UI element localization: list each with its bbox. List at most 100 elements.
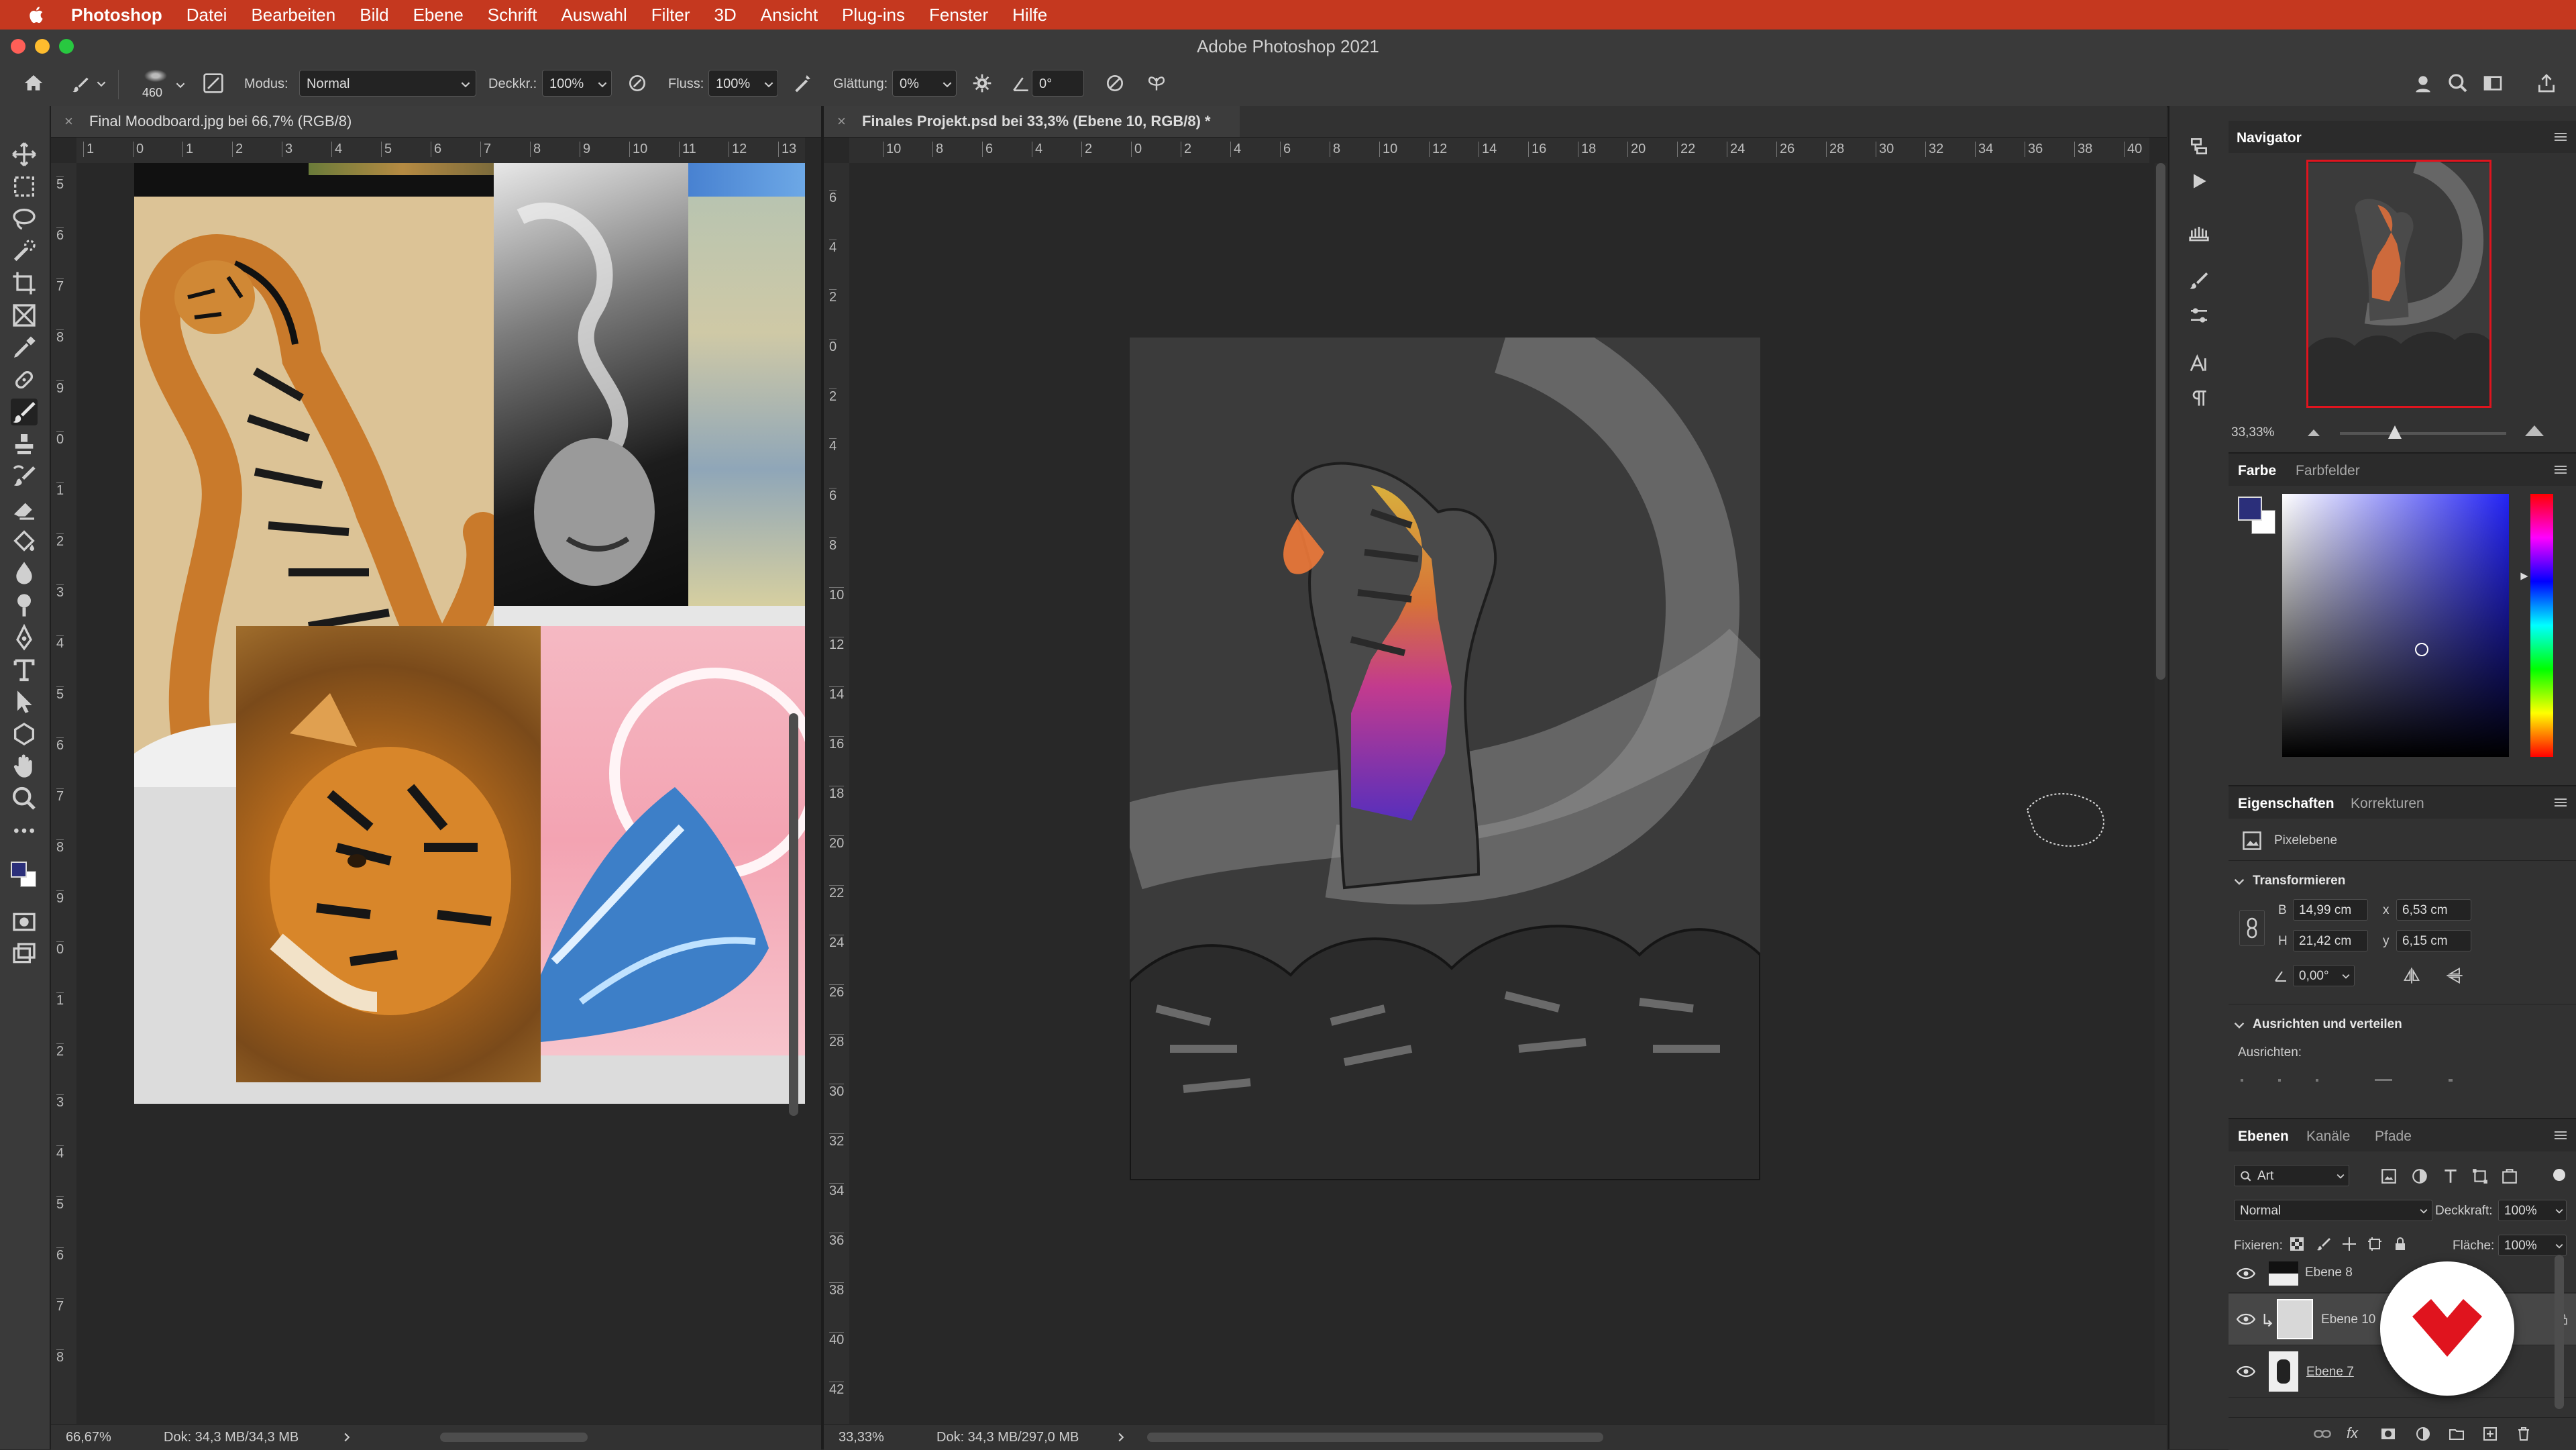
eye-visibility-icon[interactable] xyxy=(2237,1312,2255,1326)
close-icon[interactable]: × xyxy=(64,113,73,130)
align-section-title[interactable]: Ausrichten und verteilen xyxy=(2253,1017,2402,1032)
navigator-preview[interactable] xyxy=(2306,152,2491,408)
menu-hilfe[interactable]: Hilfe xyxy=(1012,5,1047,25)
menu-auswahl[interactable]: Auswahl xyxy=(561,5,627,25)
menu-schrift[interactable]: Schrift xyxy=(488,5,537,25)
filter-shape-layers-icon[interactable] xyxy=(2471,1168,2489,1185)
lock-transparency-icon[interactable] xyxy=(2289,1236,2305,1252)
brush-angle-input[interactable]: 0° xyxy=(1032,70,1084,97)
right-vertical-scrollbar[interactable] xyxy=(2155,163,2167,1425)
brush-tool-button[interactable] xyxy=(11,399,38,425)
layer-filter-select[interactable]: Art xyxy=(2234,1165,2349,1186)
adjustments-sliders-icon[interactable] xyxy=(2188,305,2210,326)
left-document-canvas[interactable] xyxy=(76,163,805,1425)
filter-toggle-switch[interactable] xyxy=(2553,1169,2565,1181)
tab-korrekturen[interactable]: Korrekturen xyxy=(2351,796,2424,812)
link-layers-icon[interactable] xyxy=(2313,1427,2332,1441)
pen-tool-icon[interactable] xyxy=(11,624,38,651)
trash-icon[interactable] xyxy=(2516,1426,2532,1442)
menu-app-name[interactable]: Photoshop xyxy=(71,5,162,25)
left-vertical-scrollbar-thumb[interactable] xyxy=(789,713,798,1116)
brush-settings-panel-icon[interactable] xyxy=(203,72,224,94)
history-panel-icon[interactable] xyxy=(2188,136,2210,157)
flip-horizontal-icon[interactable] xyxy=(2402,966,2422,985)
chevron-right-icon[interactable] xyxy=(1116,1433,1126,1442)
opacity-input[interactable]: 100% xyxy=(542,70,612,97)
align-center-button[interactable] xyxy=(2278,1079,2281,1082)
menu-bild[interactable]: Bild xyxy=(360,5,388,25)
actions-play-icon[interactable] xyxy=(2188,170,2210,192)
layers-scrollbar-thumb[interactable] xyxy=(2555,1255,2564,1409)
rotation-angle-input[interactable]: 0,00° xyxy=(2293,965,2355,986)
new-group-icon[interactable] xyxy=(2449,1426,2465,1442)
align-bottom-button[interactable] xyxy=(2449,1079,2453,1082)
align-left-button[interactable] xyxy=(2241,1079,2243,1082)
lasso-tool-icon[interactable] xyxy=(11,205,38,232)
hue-slider[interactable] xyxy=(2530,494,2553,757)
align-top-button[interactable] xyxy=(2375,1079,2392,1081)
menu-fenster[interactable]: Fenster xyxy=(929,5,988,25)
pressure-opacity-icon[interactable] xyxy=(627,72,648,94)
left-doc-info[interactable]: Dok: 34,3 MB/34,3 MB xyxy=(164,1430,299,1445)
chevron-right-icon[interactable] xyxy=(342,1433,352,1442)
paragraph-panel-icon[interactable] xyxy=(2188,388,2210,409)
width-input[interactable]: 14,99 cm xyxy=(2293,899,2368,921)
new-adjustment-layer-icon[interactable] xyxy=(2415,1426,2431,1442)
move-tool-icon[interactable] xyxy=(11,141,38,168)
right-horizontal-scrollbar-thumb[interactable] xyxy=(1147,1433,1603,1442)
navigator-zoom-slider[interactable] xyxy=(2340,425,2506,439)
right-vertical-scrollbar-thumb[interactable] xyxy=(2156,163,2165,680)
history-brush-tool-icon[interactable] xyxy=(11,463,38,490)
quick-selection-tool-icon[interactable] xyxy=(11,238,38,264)
panel-menu-icon[interactable] xyxy=(2553,132,2568,142)
menu-plugins[interactable]: Plug-ins xyxy=(842,5,905,25)
transform-section-title[interactable]: Transformieren xyxy=(2253,874,2345,888)
panel-menu-icon[interactable] xyxy=(2553,464,2568,475)
y-position-input[interactable]: 6,15 cm xyxy=(2396,930,2471,951)
search-icon[interactable] xyxy=(2447,72,2469,94)
airbrush-icon[interactable] xyxy=(792,72,813,94)
dodge-tool-icon[interactable] xyxy=(11,592,38,619)
blur-tool-icon[interactable] xyxy=(11,560,38,586)
lock-position-icon[interactable] xyxy=(2341,1236,2357,1252)
clone-stamp-tool-icon[interactable] xyxy=(11,431,38,458)
hue-slider-marker[interactable] xyxy=(2520,572,2529,581)
screen-mode-icon[interactable] xyxy=(11,941,38,968)
menu-ansicht[interactable]: Ansicht xyxy=(761,5,818,25)
home-icon[interactable] xyxy=(23,72,44,94)
color-panel-swatches[interactable] xyxy=(2238,497,2275,534)
path-selection-tool-icon[interactable] xyxy=(11,688,38,715)
layer-opacity-input[interactable]: 100% xyxy=(2498,1200,2567,1221)
filter-pixel-layers-icon[interactable] xyxy=(2380,1168,2398,1185)
tab-kanaele[interactable]: Kanäle xyxy=(2306,1129,2350,1145)
align-right-button[interactable] xyxy=(2316,1079,2318,1082)
foreground-color-swatch[interactable] xyxy=(11,862,27,878)
filter-smart-objects-icon[interactable] xyxy=(2501,1168,2518,1185)
left-document-tab[interactable]: × Final Moodboard.jpg bei 66,7% (RGB/8) xyxy=(51,106,821,137)
zoom-in-mountain-icon[interactable] xyxy=(2524,423,2545,437)
navigator-zoom-slider-thumb[interactable] xyxy=(2387,425,2402,439)
filter-type-layers-icon[interactable] xyxy=(2442,1168,2459,1185)
more-tools-icon[interactable] xyxy=(11,817,38,844)
chevron-down-icon[interactable] xyxy=(2234,1020,2245,1031)
lock-all-icon[interactable] xyxy=(2392,1236,2408,1252)
menu-datei[interactable]: Datei xyxy=(186,5,227,25)
navigator-zoom-value[interactable]: 33,33% xyxy=(2231,425,2274,440)
color-picker-handle[interactable] xyxy=(2415,643,2428,656)
eraser-tool-icon[interactable] xyxy=(11,495,38,522)
healing-brush-tool-icon[interactable] xyxy=(11,366,38,393)
workspace-switcher-icon[interactable] xyxy=(2482,72,2504,94)
frame-tool-icon[interactable] xyxy=(11,302,38,329)
gear-icon[interactable] xyxy=(971,72,993,94)
smoothing-input[interactable]: 0% xyxy=(892,70,957,97)
left-horizontal-scrollbar-thumb[interactable] xyxy=(440,1433,588,1442)
zoom-tool-icon[interactable] xyxy=(11,785,38,812)
layer-name[interactable]: Ebene 7 xyxy=(2306,1365,2354,1380)
brush-settings-icon[interactable] xyxy=(2188,270,2210,291)
brush-size-picker[interactable]: 460 xyxy=(134,67,188,102)
menu-ebene[interactable]: Ebene xyxy=(413,5,464,25)
share-profile-icon[interactable] xyxy=(2412,72,2434,94)
eye-visibility-icon[interactable] xyxy=(2237,1267,2255,1280)
right-doc-info[interactable]: Dok: 34,3 MB/297,0 MB xyxy=(936,1430,1079,1445)
hand-tool-icon[interactable] xyxy=(11,753,38,780)
